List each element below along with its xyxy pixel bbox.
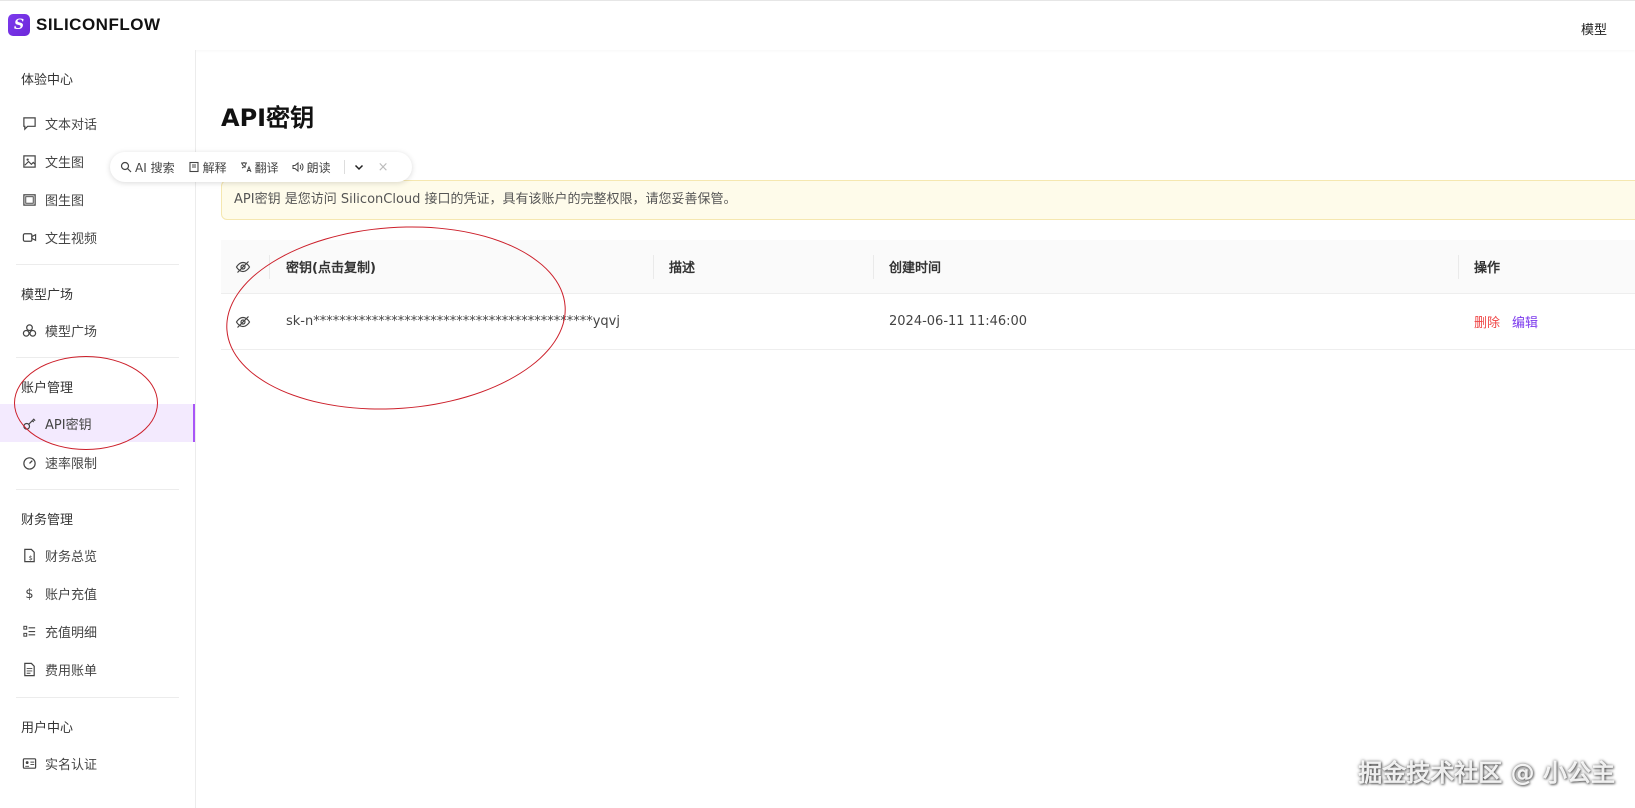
api-key-value[interactable]: sk-n************************************… xyxy=(286,294,620,349)
column-separator xyxy=(873,255,874,279)
column-header-key: 密钥(点击复制) xyxy=(286,261,376,276)
sidebar-section-user: 用户中心 xyxy=(21,721,74,736)
top-bar: S SILICONFLOW 模型 xyxy=(0,0,1635,50)
read-aloud-button[interactable]: 朗读 xyxy=(292,159,331,176)
sidebar-item-label: 文本对话 xyxy=(45,117,98,133)
video-icon xyxy=(21,229,37,245)
sidebar-item-text-chat[interactable]: 文本对话 xyxy=(0,104,195,142)
translate-button[interactable]: 翻译 xyxy=(240,159,279,176)
read-aloud-label: 朗读 xyxy=(306,160,331,175)
sidebar-item-label: 账户充值 xyxy=(45,587,98,603)
document-dollar-icon: $ xyxy=(21,547,37,563)
sidebar-item-label: 财务总览 xyxy=(45,549,98,565)
main-content: API密钥 API密钥 是您访问 SiliconCloud 接口的凭证，具有该账… xyxy=(196,50,1635,808)
visibility-toggle-icon[interactable] xyxy=(235,294,251,349)
sidebar-section-experience: 体验中心 xyxy=(21,73,74,88)
sidebar-divider xyxy=(16,357,179,358)
chat-icon xyxy=(21,115,37,131)
ai-search-button[interactable]: AI 搜索 xyxy=(120,159,175,176)
sidebar-item-finance-overview[interactable]: $ 财务总览 xyxy=(0,536,195,574)
receipt-icon xyxy=(21,661,37,677)
column-separator xyxy=(1458,255,1459,279)
sidebar-item-text-to-video[interactable]: 文生视频 xyxy=(0,218,195,256)
sidebar-item-identity[interactable]: 实名认证 xyxy=(0,744,195,782)
translate-icon xyxy=(240,162,252,173)
svg-text:$: $ xyxy=(25,587,33,601)
column-separator xyxy=(269,255,270,279)
brand[interactable]: S SILICONFLOW xyxy=(8,14,160,36)
sidebar-item-rate-limit[interactable]: 速率限制 xyxy=(0,443,195,481)
column-separator xyxy=(653,255,654,279)
visibility-toggle-all-icon[interactable] xyxy=(235,240,251,293)
sidebar-item-label: 模型广场 xyxy=(45,324,98,340)
sidebar-item-model-square[interactable]: 模型广场 xyxy=(0,311,195,349)
table-header: 密钥(点击复制) 描述 创建时间 操作 xyxy=(221,240,1635,294)
sidebar-section-finance: 财务管理 xyxy=(21,513,74,528)
column-header-actions: 操作 xyxy=(1474,261,1501,276)
speedometer-icon xyxy=(21,454,37,470)
dollar-icon: $ xyxy=(21,585,37,601)
id-card-icon xyxy=(21,755,37,771)
column-header-created: 创建时间 xyxy=(889,261,942,276)
image-icon xyxy=(21,153,37,169)
sidebar-item-image-to-image[interactable]: 图生图 xyxy=(0,180,195,218)
sidebar-item-label: 充值明细 xyxy=(45,625,98,641)
table-row: sk-n************************************… xyxy=(221,294,1635,350)
sidebar-item-api-keys[interactable]: API密钥 xyxy=(0,404,195,442)
page-title: API密钥 xyxy=(221,104,315,132)
sidebar-item-recharge-details[interactable]: 充值明细 xyxy=(0,612,195,650)
sidebar-item-label: 文生图 xyxy=(45,155,85,171)
edit-button[interactable]: 编辑 xyxy=(1512,312,1538,331)
cluster-icon xyxy=(21,322,37,338)
explain-label: 解释 xyxy=(202,160,227,175)
explain-button[interactable]: 解释 xyxy=(188,159,227,176)
close-icon[interactable]: × xyxy=(378,160,389,175)
sidebar-item-label: 费用账单 xyxy=(45,663,98,679)
sidebar-divider xyxy=(16,264,179,265)
sidebar-item-label: 速率限制 xyxy=(45,456,98,472)
ai-search-label: AI 搜索 xyxy=(135,160,175,175)
toolbar-separator xyxy=(343,160,345,174)
sidebar-section-account: 账户管理 xyxy=(21,381,74,396)
delete-button[interactable]: 删除 xyxy=(1474,312,1500,331)
list-icon xyxy=(21,623,37,639)
book-icon xyxy=(189,161,199,173)
sidebar-item-label: 文生视频 xyxy=(45,231,98,247)
sidebar-item-recharge[interactable]: $ 账户充值 xyxy=(0,574,195,612)
sidebar-item-label: API密钥 xyxy=(45,417,92,433)
top-nav-models[interactable]: 模型 xyxy=(1581,19,1607,38)
sidebar-divider xyxy=(16,489,179,490)
row-actions: 删除 编辑 xyxy=(1474,294,1538,349)
sidebar-item-label: 图生图 xyxy=(45,193,85,209)
chevron-down-icon[interactable] xyxy=(353,161,368,173)
speaker-icon xyxy=(292,161,304,173)
ai-search-icon xyxy=(120,161,132,173)
watermark: 掘金技术社区 @ 小公主 xyxy=(1358,759,1615,787)
svg-text:$: $ xyxy=(28,554,32,562)
notice-banner: API密钥 是您访问 SiliconCloud 接口的凭证，具有该账户的完整权限… xyxy=(221,180,1635,220)
sidebar-section-models: 模型广场 xyxy=(21,288,74,303)
translate-label: 翻译 xyxy=(254,160,279,175)
key-icon xyxy=(21,415,37,431)
sidebar-divider xyxy=(16,697,179,698)
column-header-description: 描述 xyxy=(669,261,696,276)
brand-logo-icon: S xyxy=(8,14,30,36)
api-key-created-time: 2024-06-11 11:46:00 xyxy=(889,314,1028,329)
floating-toolbar: AI 搜索 解释 翻译 朗读 × xyxy=(110,152,412,182)
sidebar-item-label: 实名认证 xyxy=(45,757,98,773)
sidebar-item-billing[interactable]: 费用账单 xyxy=(0,650,195,688)
images-icon xyxy=(21,191,37,207)
brand-name: SILICONFLOW xyxy=(36,15,161,34)
